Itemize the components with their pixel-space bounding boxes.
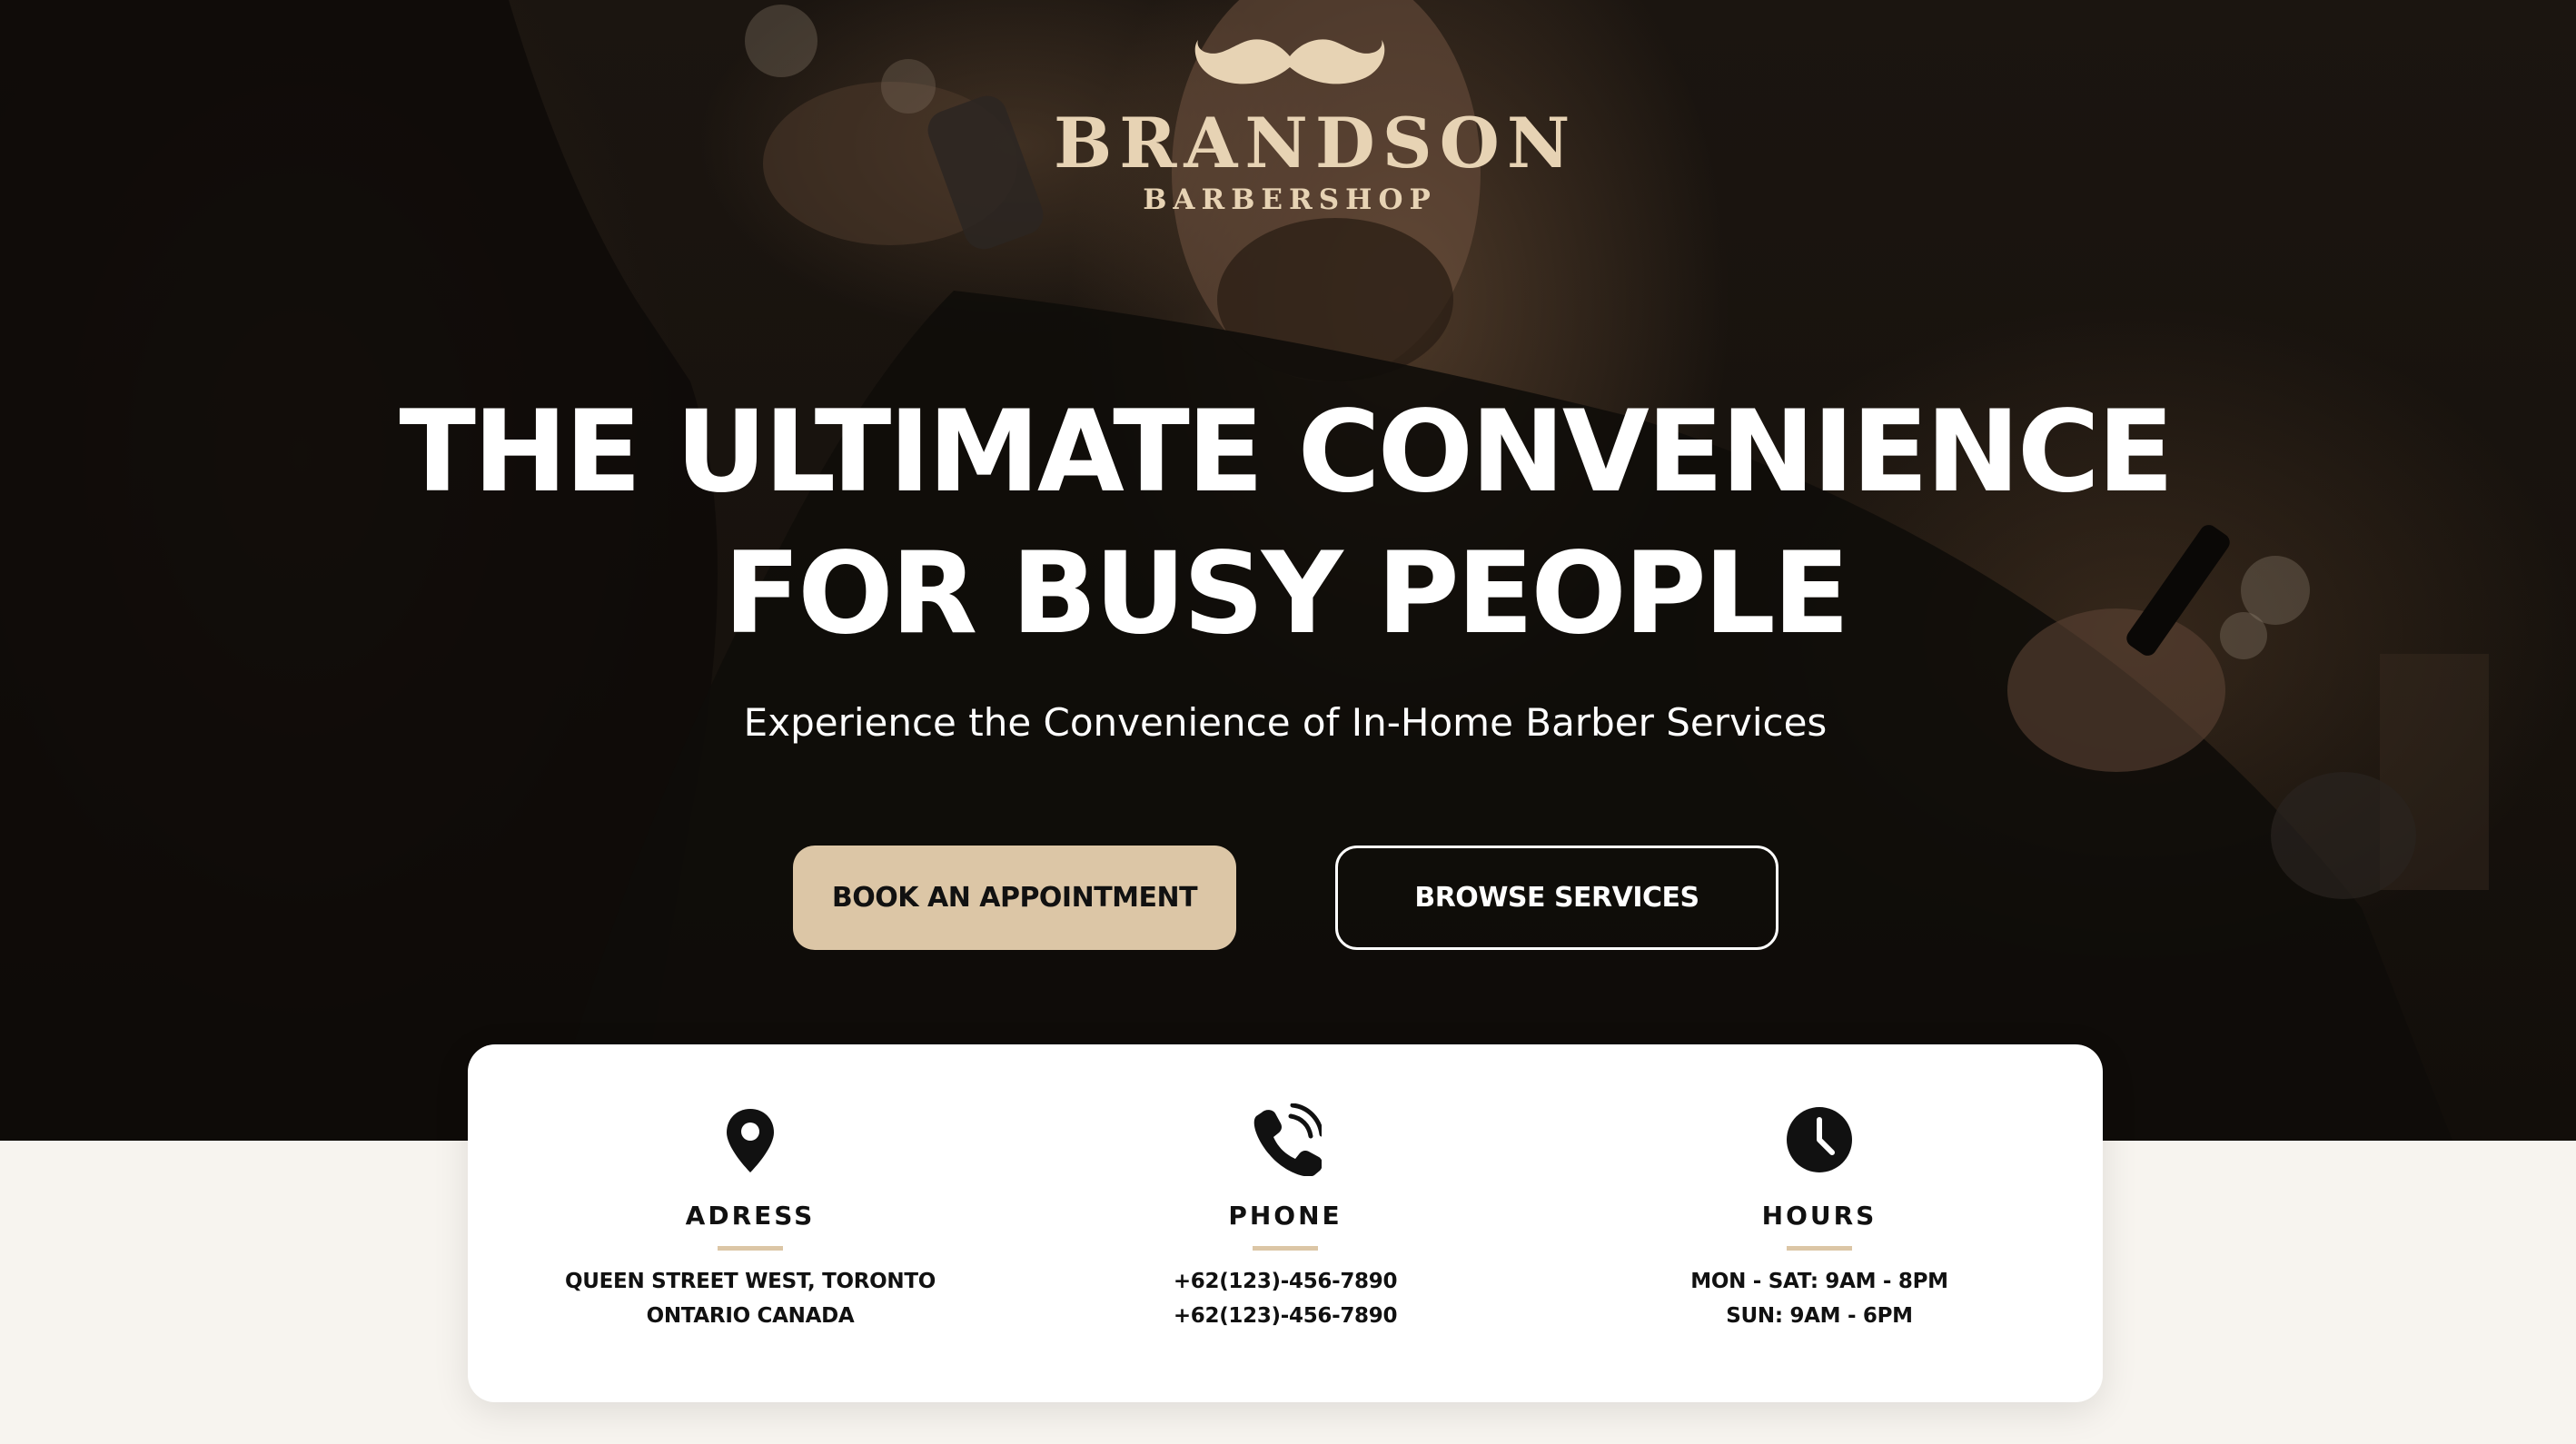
phone-title: PHONE <box>1228 1201 1342 1231</box>
brand-logo[interactable]: BRANDSON BARBERSHOP <box>1054 36 1578 236</box>
phone-number-1[interactable]: +62(123)-456-7890 <box>1058 1270 1512 1293</box>
hero-section: BRANDSON BARBERSHOP THE ULTIMATE CONVENI… <box>0 0 2576 1141</box>
browse-services-button[interactable]: BROWSE SERVICES <box>1335 846 1778 950</box>
headline-line-2: FOR BUSY PEOPLE <box>723 529 1850 659</box>
address-block: ADRESS QUEEN STREET WEST, TORONTO ONTARI… <box>523 1044 977 1402</box>
book-appointment-button[interactable]: BOOK AN APPOINTMENT <box>793 846 1236 950</box>
clock-icon <box>1787 1107 1852 1172</box>
address-line-2: ONTARIO CANADA <box>646 1304 855 1328</box>
hero-subheadline: Experience the Convenience of In-Home Ba… <box>743 700 1828 745</box>
hours-title-underline <box>1787 1246 1852 1251</box>
contact-info-card: ADRESS QUEEN STREET WEST, TORONTO ONTARI… <box>468 1044 2103 1402</box>
brand-subtitle: BARBERSHOP <box>1143 183 1437 216</box>
hours-sunday: SUN: 9AM - 6PM <box>1726 1304 1913 1328</box>
hero-headline: THE ULTIMATE CONVENIENCE FOR BUSY PEOPLE <box>363 381 2207 665</box>
phone-number-2[interactable]: +62(123)-456-7890 <box>1058 1304 1512 1328</box>
phone-ringing-icon <box>1253 1103 1322 1176</box>
hours-title: HOURS <box>1761 1201 1878 1231</box>
map-pin-icon <box>727 1109 774 1172</box>
address-title-underline <box>718 1246 783 1251</box>
phone-block: PHONE +62(123)-456-7890 +62(123)-456-789… <box>1058 1044 1512 1402</box>
headline-line-1: THE ULTIMATE CONVENIENCE <box>399 387 2174 518</box>
brand-name: BRANDSON <box>1054 103 1578 183</box>
phone-title-underline <box>1253 1246 1318 1251</box>
hours-weekday: MON - SAT: 9AM - 8PM <box>1690 1270 1948 1293</box>
mustache-icon <box>1194 39 1385 84</box>
address-line-1: QUEEN STREET WEST, TORONTO <box>565 1270 936 1293</box>
address-title: ADRESS <box>685 1201 816 1231</box>
hours-block: HOURS MON - SAT: 9AM - 8PM SUN: 9AM - 6P… <box>1592 1044 2046 1402</box>
